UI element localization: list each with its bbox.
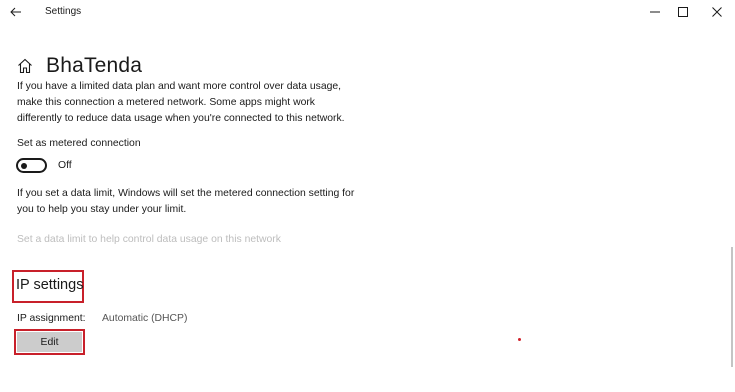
back-button[interactable] <box>6 3 26 21</box>
edit-button[interactable]: Edit <box>17 332 82 352</box>
close-button[interactable] <box>702 2 732 22</box>
minimize-button[interactable] <box>640 2 670 22</box>
maximize-icon <box>678 7 688 17</box>
page-title: BhaTenda <box>46 54 143 78</box>
back-arrow-icon <box>10 7 21 17</box>
metered-description: If you have a limited data plan and want… <box>17 81 345 124</box>
metered-toggle-row: Off <box>16 158 72 173</box>
settings-window: Settings BhaTenda If you have a limited … <box>0 0 735 392</box>
minimize-icon <box>650 11 660 13</box>
scrollbar-thumb[interactable] <box>731 247 733 367</box>
toggle-knob <box>21 162 27 169</box>
ip-assignment-label: IP assignment: <box>17 313 86 324</box>
ip-assignment-value: Automatic (DHCP) <box>102 313 188 324</box>
close-icon <box>712 7 722 17</box>
toggle-state-label: Off <box>58 160 72 171</box>
title-bar: Settings <box>0 0 735 26</box>
set-data-limit-link[interactable]: Set a data limit to help control data us… <box>17 234 281 245</box>
home-icon[interactable] <box>16 57 34 75</box>
red-marker-dot <box>518 338 521 341</box>
metered-connection-label: Set as metered connection <box>17 138 141 149</box>
ip-settings-heading: IP settings <box>16 277 84 293</box>
metered-toggle[interactable] <box>16 158 47 173</box>
window-title: Settings <box>45 6 82 17</box>
data-limit-note: If you set a data limit, Windows will se… <box>17 188 355 215</box>
maximize-button[interactable] <box>668 2 698 22</box>
